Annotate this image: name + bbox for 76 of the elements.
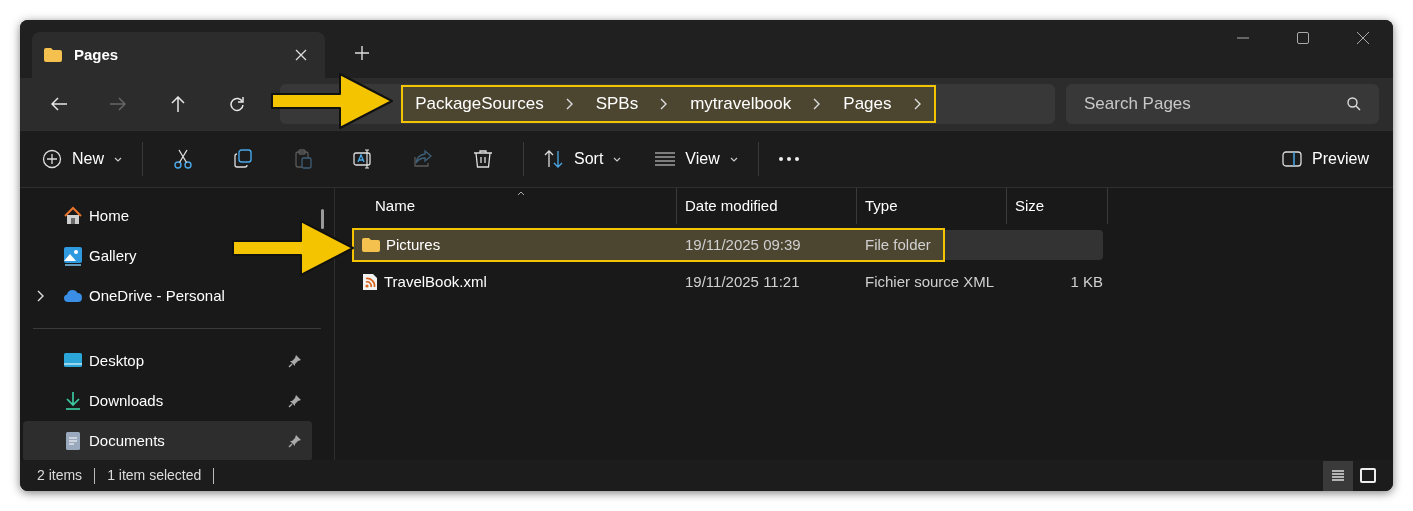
sidebar-item[interactable]: OneDrive - Personal — [23, 276, 235, 316]
folder-icon — [362, 238, 380, 252]
item-count: 2 items — [37, 466, 83, 485]
view-button[interactable]: View — [645, 140, 748, 178]
chevron-down-icon — [729, 156, 738, 162]
document-icon — [63, 431, 83, 451]
file-row[interactable]: Pictures 19/11/2025 09:39 File folder — [352, 230, 1103, 260]
refresh-icon — [229, 96, 246, 112]
date-cell: 19/11/2025 09:39 — [685, 235, 801, 253]
chevron-down-icon — [114, 156, 122, 162]
preview-button[interactable]: Preview — [1274, 140, 1377, 178]
minimize-icon — [1237, 37, 1249, 39]
back-icon — [50, 96, 67, 112]
details-view-button[interactable] — [1323, 460, 1353, 491]
clipboard-icon — [293, 149, 313, 169]
scrollbar-thumb[interactable] — [321, 209, 324, 229]
breadcrumb-item[interactable]: PackageSources — [415, 91, 544, 117]
folder-icon — [44, 48, 62, 62]
trash-icon — [473, 149, 493, 169]
sort-caret-icon — [517, 191, 525, 196]
sidebar-item[interactable]: Documents — [23, 421, 312, 460]
pin-icon — [288, 354, 302, 368]
sidebar-item[interactable]: Desktop — [23, 341, 312, 381]
sidebar-item[interactable]: Home — [23, 196, 139, 236]
address-bar[interactable]: PackageSources SPBs mytravelbook Pages — [280, 84, 1055, 124]
more-icon — [778, 157, 799, 161]
tab[interactable]: Pages — [32, 32, 325, 78]
chevron-right-icon — [37, 290, 45, 302]
share-icon — [413, 149, 433, 169]
close-icon — [295, 49, 307, 61]
breadcrumb-item[interactable]: mytravelbook — [690, 91, 792, 117]
file-name[interactable]: Pictures — [386, 233, 441, 257]
sidebar-item[interactable]: Downloads — [23, 381, 312, 421]
type-cell: File folder — [865, 235, 931, 253]
tab-title: Pages — [74, 44, 120, 65]
chevron-right-icon — [660, 98, 669, 110]
sidebar-item[interactable]: Gallery — [23, 236, 147, 276]
maximize-icon — [1297, 32, 1309, 44]
size-cell-text: 1 KB — [1070, 271, 1103, 292]
close-icon — [1357, 32, 1369, 44]
column-header[interactable]: Date modified — [677, 188, 857, 224]
home-icon — [63, 206, 83, 226]
search-field[interactable]: Search Pages — [1066, 84, 1379, 124]
search-icon — [1347, 97, 1361, 111]
scissors-icon — [173, 149, 193, 169]
breadcrumb-item[interactable]: Pages — [843, 91, 892, 117]
new-button[interactable]: New — [32, 140, 132, 178]
column-header[interactable]: Type — [857, 188, 1007, 224]
breadcrumb-item[interactable]: SPBs — [595, 91, 639, 117]
gallery-icon — [63, 246, 83, 266]
download-icon — [63, 391, 83, 411]
sort-icon — [544, 150, 564, 168]
rename-icon — [353, 149, 373, 169]
chevron-right-icon — [813, 98, 822, 110]
type-cell: Fichier source XML — [865, 272, 995, 290]
tiles-icon — [1358, 465, 1378, 486]
copy-icon — [233, 149, 253, 169]
sort-button[interactable]: Sort — [534, 140, 632, 178]
chevron-right-icon — [913, 98, 922, 110]
list-icon — [655, 152, 676, 166]
forward-icon — [110, 96, 127, 112]
date-cell: 19/11/2025 11:21 — [685, 272, 800, 290]
rss-file-icon — [362, 273, 378, 291]
up-arrow-icon — [169, 96, 186, 112]
pin-icon — [288, 434, 302, 448]
column-header[interactable]: Name — [352, 188, 677, 224]
file-name[interactable]: TravelBook.xml — [384, 270, 487, 294]
plus-circle-icon — [42, 149, 62, 169]
pin-icon — [288, 394, 302, 408]
plus-icon — [355, 46, 369, 60]
preview-pane-icon — [1282, 151, 1303, 167]
file-row[interactable]: TravelBook.xml 19/11/2025 11:21 Fichier source XML 1 KB — [352, 267, 1103, 297]
column-header[interactable]: Size — [1007, 188, 1108, 224]
chevron-right-icon — [565, 98, 574, 110]
selection-count: 1 item selected — [107, 466, 202, 485]
chevron-down-icon — [613, 156, 622, 162]
